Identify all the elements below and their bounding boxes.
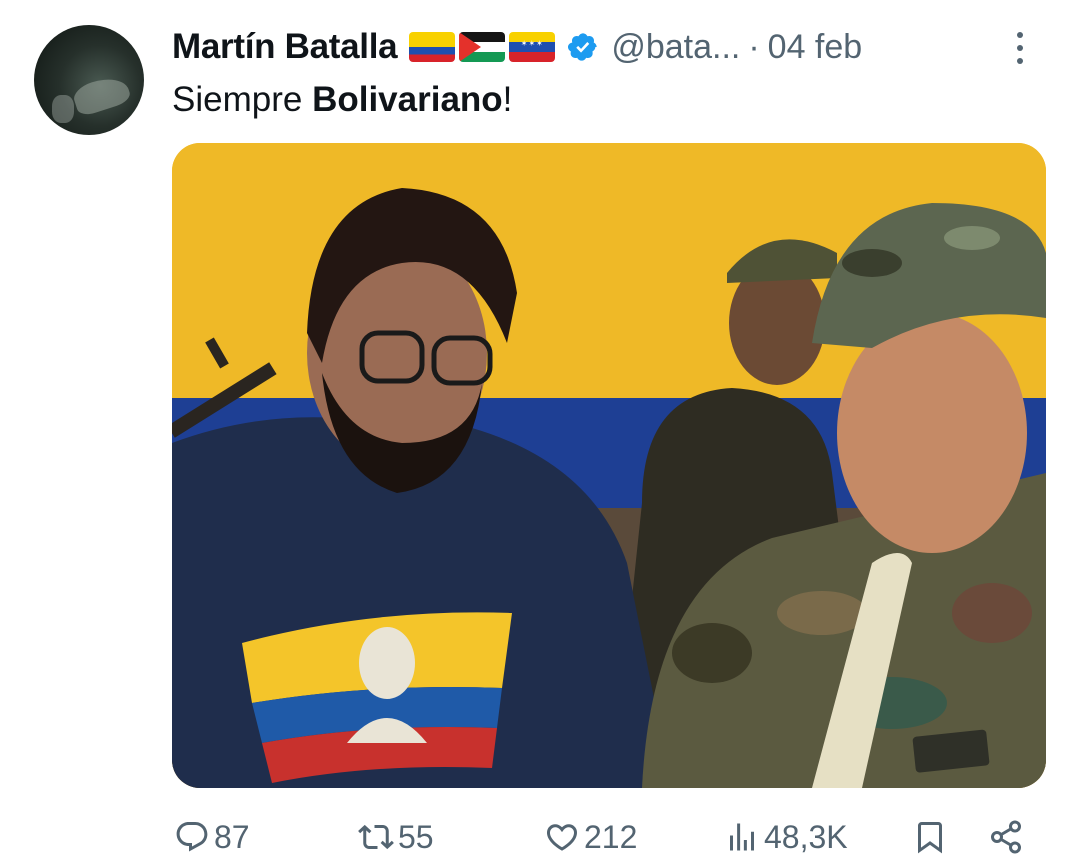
views-icon bbox=[730, 823, 754, 851]
tweet-text-bold: Bolivariano bbox=[312, 80, 503, 119]
author-name[interactable]: Martín Batalla bbox=[172, 27, 398, 67]
reply-button[interactable]: 87 bbox=[174, 810, 250, 864]
avatar-figure bbox=[70, 72, 133, 118]
share-icon bbox=[991, 820, 1021, 854]
author-flags bbox=[409, 32, 556, 62]
tweet-text: Siempre Bolivariano! bbox=[172, 80, 512, 120]
tweet-actions: 87 55 212 48,3K bbox=[172, 810, 1032, 864]
author-avatar[interactable] bbox=[34, 25, 144, 135]
photo-illustration bbox=[172, 143, 1046, 788]
avatar-figure-secondary bbox=[52, 95, 74, 123]
shirt-flag-print-shape bbox=[242, 612, 512, 783]
reply-icon bbox=[176, 822, 208, 852]
colombia-flag-icon bbox=[409, 32, 456, 62]
more-icon[interactable] bbox=[1008, 30, 1032, 66]
tweet-header: Martín Batalla @bata... · 04 feb bbox=[172, 24, 1032, 70]
like-button[interactable]: 212 bbox=[544, 810, 637, 864]
bookmark-button[interactable] bbox=[912, 810, 948, 864]
tweet-date[interactable]: 04 feb bbox=[768, 28, 863, 67]
venezuela-flag-icon bbox=[509, 32, 556, 62]
separator-dot: · bbox=[748, 27, 760, 66]
verified-icon[interactable] bbox=[567, 31, 599, 63]
retweet-icon bbox=[358, 824, 394, 850]
tweet-photo[interactable] bbox=[172, 143, 1046, 788]
palestine-flag-icon bbox=[459, 32, 506, 62]
reply-count: 87 bbox=[214, 818, 250, 855]
bookmark-icon bbox=[918, 822, 942, 854]
retweet-button[interactable]: 55 bbox=[358, 810, 434, 864]
retweet-count: 55 bbox=[398, 818, 434, 855]
tweet-text-part1: Siempre bbox=[172, 80, 313, 119]
tweet-text-part2: ! bbox=[502, 80, 513, 119]
share-button[interactable] bbox=[988, 810, 1024, 864]
views-count: 48,3K bbox=[764, 818, 848, 855]
like-icon bbox=[546, 824, 578, 851]
author-handle[interactable]: @bata... bbox=[611, 28, 740, 67]
views-button[interactable]: 48,3K bbox=[724, 810, 848, 864]
like-count: 212 bbox=[584, 818, 638, 855]
